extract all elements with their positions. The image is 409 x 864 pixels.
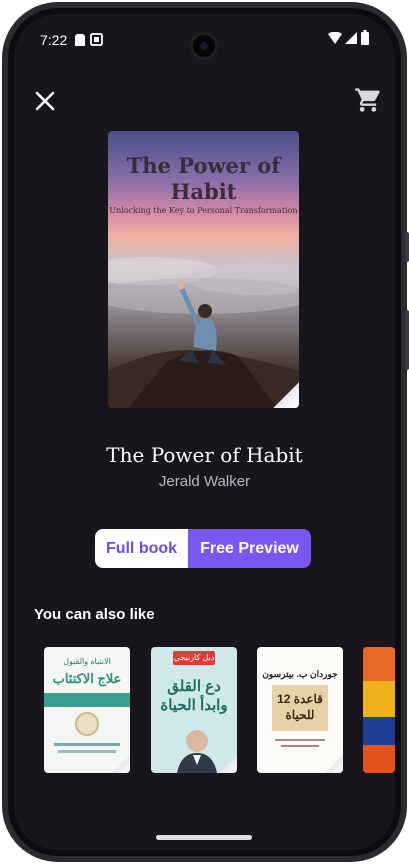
free-preview-button[interactable]: Free Preview	[188, 529, 311, 568]
screenshot-icon	[90, 33, 103, 46]
volume-button	[405, 232, 409, 262]
status-bar: 7:22	[14, 14, 395, 64]
status-time: 7:22	[40, 32, 68, 48]
rec-cover-band	[363, 745, 395, 773]
recommended-book-4[interactable]	[363, 647, 395, 773]
rec-cover-main: 12 قاعدة للحياة	[277, 692, 323, 722]
cover-illustration	[108, 257, 299, 408]
section-title: You can also like	[34, 606, 155, 623]
book-author: Jerald Walker	[158, 473, 251, 490]
cover-title: The Power of Habit	[126, 153, 281, 204]
rec-cover-band	[363, 681, 395, 717]
recommended-book-1[interactable]: الانتباه والقبول علاج الاكتئاب	[44, 647, 130, 773]
full-book-button[interactable]: Full book	[95, 529, 188, 568]
page-curl	[325, 755, 343, 773]
rec-cover-top: جوردان ب. بيترسون	[262, 669, 338, 679]
rec-cover-portrait	[177, 730, 217, 773]
rec-cover-line	[54, 743, 120, 746]
rec-cover-main: علاج الاكتئاب	[52, 671, 122, 686]
rec-cover-top: الانتباه والقبول	[63, 657, 111, 666]
page-curl	[273, 382, 299, 408]
page-curl	[219, 755, 237, 773]
rec-cover-line	[281, 745, 319, 747]
rec-cover-band	[44, 693, 130, 707]
recommended-book-2[interactable]: ديل كارنيجي دع القلق وابدأ الحياة	[151, 647, 237, 773]
signal-icon	[345, 32, 357, 44]
rec-cover-top: ديل كارنيجي	[173, 653, 215, 662]
book-title: The Power of Habit	[106, 443, 303, 467]
recommended-book-3[interactable]: جوردان ب. بيترسون 12 قاعدة للحياة	[257, 647, 343, 773]
front-camera	[190, 32, 218, 60]
cart-button[interactable]	[354, 86, 382, 114]
power-button	[405, 310, 409, 370]
preview-toggle: Full book Free Preview	[95, 529, 311, 568]
rec-cover-main: دع القلق وابدأ الحياة	[160, 678, 228, 714]
close-button[interactable]	[30, 86, 60, 116]
home-indicator[interactable]	[156, 835, 252, 840]
phone-frame: 7:22 The Power of Habit Unlocking the Ke…	[0, 0, 409, 864]
rec-cover-line	[58, 750, 116, 753]
rec-cover-line	[275, 739, 325, 741]
app-screen: 7:22 The Power of Habit Unlocking the Ke…	[14, 14, 395, 850]
rec-cover-band	[363, 647, 395, 681]
rec-cover-emblem	[75, 712, 99, 736]
book-cover[interactable]: The Power of Habit Unlocking the Key to …	[108, 131, 299, 408]
page-curl	[112, 755, 130, 773]
wifi-icon	[328, 32, 342, 44]
cover-subtitle: Unlocking the Key to Personal Transforma…	[109, 206, 298, 215]
sim-card-icon	[75, 34, 85, 46]
battery-icon	[361, 30, 369, 45]
